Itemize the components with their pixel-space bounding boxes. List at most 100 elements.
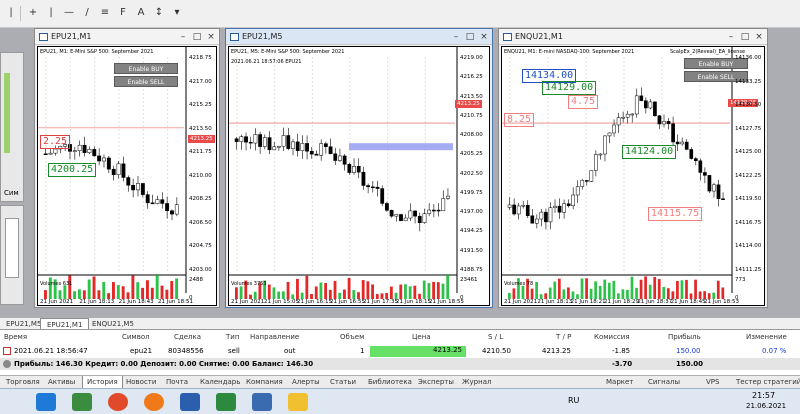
col-header[interactable]: Объем	[340, 333, 364, 341]
candle-body	[272, 146, 277, 151]
volume-bar	[131, 275, 135, 299]
volume-bar	[621, 289, 625, 299]
toolbar-separator	[20, 6, 21, 21]
price-tick-label: 14133.25	[735, 78, 762, 85]
scroll-area[interactable]	[5, 218, 19, 278]
clock-date[interactable]: 21.06.2021	[746, 402, 786, 410]
chart-area[interactable]: EPU21, M1: E-Mini S&P 500: September 202…	[37, 46, 217, 306]
cursor-icon[interactable]: |	[4, 6, 18, 20]
chart-area[interactable]: ENQU21, M1: E-mini NASDAQ-100: September…	[501, 46, 765, 306]
close-icon[interactable]: ×	[753, 31, 765, 43]
volume-bar	[441, 283, 445, 299]
enable-sell-button[interactable]: Enable SELL	[114, 76, 178, 87]
chart-window-epu21-m1[interactable]: EPU21,M1 – □ × EPU21, M1: E-Mini S&P 500…	[34, 28, 220, 308]
deal-sl[interactable]: 4210.50	[482, 347, 511, 355]
horizontal-line-icon[interactable]: —	[62, 6, 76, 20]
volume-bar	[685, 279, 688, 299]
maximize-icon[interactable]: □	[464, 31, 476, 43]
fibo-icon[interactable]: F	[116, 6, 130, 20]
trendline-icon[interactable]: /	[80, 6, 94, 20]
window-title: EPU21,M5	[242, 32, 283, 41]
explorer-icon[interactable]	[72, 393, 92, 411]
chart-area[interactable]: EPU21, M5: E-Mini S&P 500: September 202…	[228, 46, 490, 306]
volume-bar	[146, 280, 149, 299]
windows-taskbar: RU 21:57 21.06.2021	[0, 388, 800, 414]
clock-time[interactable]: 21:57	[752, 391, 775, 400]
volume-bar	[102, 281, 106, 299]
maximize-icon[interactable]: □	[739, 31, 751, 43]
deal-type[interactable]: sell	[228, 347, 240, 355]
chrome-icon[interactable]	[108, 393, 128, 411]
chart-header: EPU21, M1: E-Mini S&P 500: September 202…	[40, 49, 154, 55]
ie-icon[interactable]	[36, 393, 56, 411]
candle-body	[544, 211, 548, 223]
minimize-icon[interactable]: –	[177, 31, 189, 43]
summary-profit: 150.00	[676, 360, 704, 368]
close-icon[interactable]: ×	[205, 31, 217, 43]
col-header[interactable]: Прибыль	[668, 333, 701, 341]
minimize-icon[interactable]: –	[725, 31, 737, 43]
enable-buy-button[interactable]: Enable BUY	[114, 63, 178, 74]
volume-bar	[548, 287, 552, 299]
deal-symbol[interactable]: epu21	[130, 347, 152, 355]
channel-icon[interactable]: ≡	[98, 6, 112, 20]
volume-bar	[324, 283, 328, 299]
candle-body	[328, 146, 333, 155]
deal-profit[interactable]: 150.00	[676, 347, 701, 355]
volume-bar	[607, 282, 611, 299]
candle-body	[140, 183, 145, 195]
candle-body	[566, 203, 571, 206]
more-tools-icon[interactable]: ▾	[170, 6, 184, 20]
firefox-icon[interactable]	[144, 393, 164, 411]
arrow-icon[interactable]: ↕	[152, 6, 166, 20]
candle-body	[102, 157, 106, 162]
col-header[interactable]: Направление	[250, 333, 299, 341]
volume-bar	[44, 290, 47, 299]
col-header[interactable]: T / P	[556, 333, 571, 341]
window-title-bar[interactable]: EPU21,M5 – □ ×	[226, 29, 492, 45]
col-header[interactable]: S / L	[488, 333, 503, 341]
language-indicator[interactable]: RU	[568, 396, 579, 405]
maximize-icon[interactable]: □	[191, 31, 203, 43]
volume-bar	[446, 275, 450, 299]
close-icon[interactable]: ×	[478, 31, 490, 43]
app-icon[interactable]	[216, 393, 236, 411]
window-title-bar[interactable]: ENQU21,M1 – □ ×	[499, 29, 767, 45]
window-title-bar[interactable]: EPU21,M1 – □ ×	[35, 29, 219, 45]
chart-canvas[interactable]	[229, 47, 491, 307]
chart-window-enqu21-m1[interactable]: ENQU21,M1 – □ × ENQU21, M1: E-mini NASDA…	[498, 28, 768, 308]
col-header[interactable]: Сделка	[174, 333, 201, 341]
deal-commission[interactable]: -1.85	[612, 347, 630, 355]
candle-body	[305, 143, 309, 152]
col-header[interactable]: Тип	[226, 333, 239, 341]
deal-time[interactable]: 2021.06.21 18:56:47	[14, 347, 88, 355]
word-icon[interactable]	[180, 393, 200, 411]
col-header[interactable]: Комиссия	[594, 333, 630, 341]
price-tick-label: 14122.25	[735, 172, 762, 179]
deal-volume[interactable]: 1	[360, 347, 364, 355]
deal-direction[interactable]: out	[284, 347, 295, 355]
deal-change[interactable]: 0.07 %	[762, 347, 786, 355]
trade-label: 14124.00	[622, 145, 677, 159]
col-header[interactable]: Символ	[122, 333, 150, 341]
vertical-line-icon[interactable]: |	[44, 6, 58, 20]
deal-id[interactable]: 80348556	[168, 347, 204, 355]
col-header[interactable]: Цена	[412, 333, 431, 341]
deal-tp[interactable]: 4213.25	[542, 347, 571, 355]
deal-price[interactable]: 4213.25	[370, 346, 466, 357]
volume-bar	[141, 287, 145, 299]
app-icon[interactable]	[252, 393, 272, 411]
app-icon[interactable]	[288, 393, 308, 411]
candle-body	[145, 194, 150, 204]
crosshair-icon[interactable]: +	[26, 6, 40, 20]
text-icon[interactable]: A	[134, 6, 148, 20]
col-header[interactable]: Время	[4, 333, 27, 341]
candle-body	[160, 199, 165, 204]
col-header[interactable]: Изменение	[746, 333, 787, 341]
chart-window-epu21-m5[interactable]: EPU21,M5 – □ × EPU21, M5: E-Mini S&P 500…	[225, 28, 493, 308]
candle-body	[43, 153, 48, 155]
minimize-icon[interactable]: –	[450, 31, 462, 43]
volume-bar	[366, 281, 370, 299]
candle-body	[281, 135, 286, 147]
candle-body	[525, 204, 530, 217]
